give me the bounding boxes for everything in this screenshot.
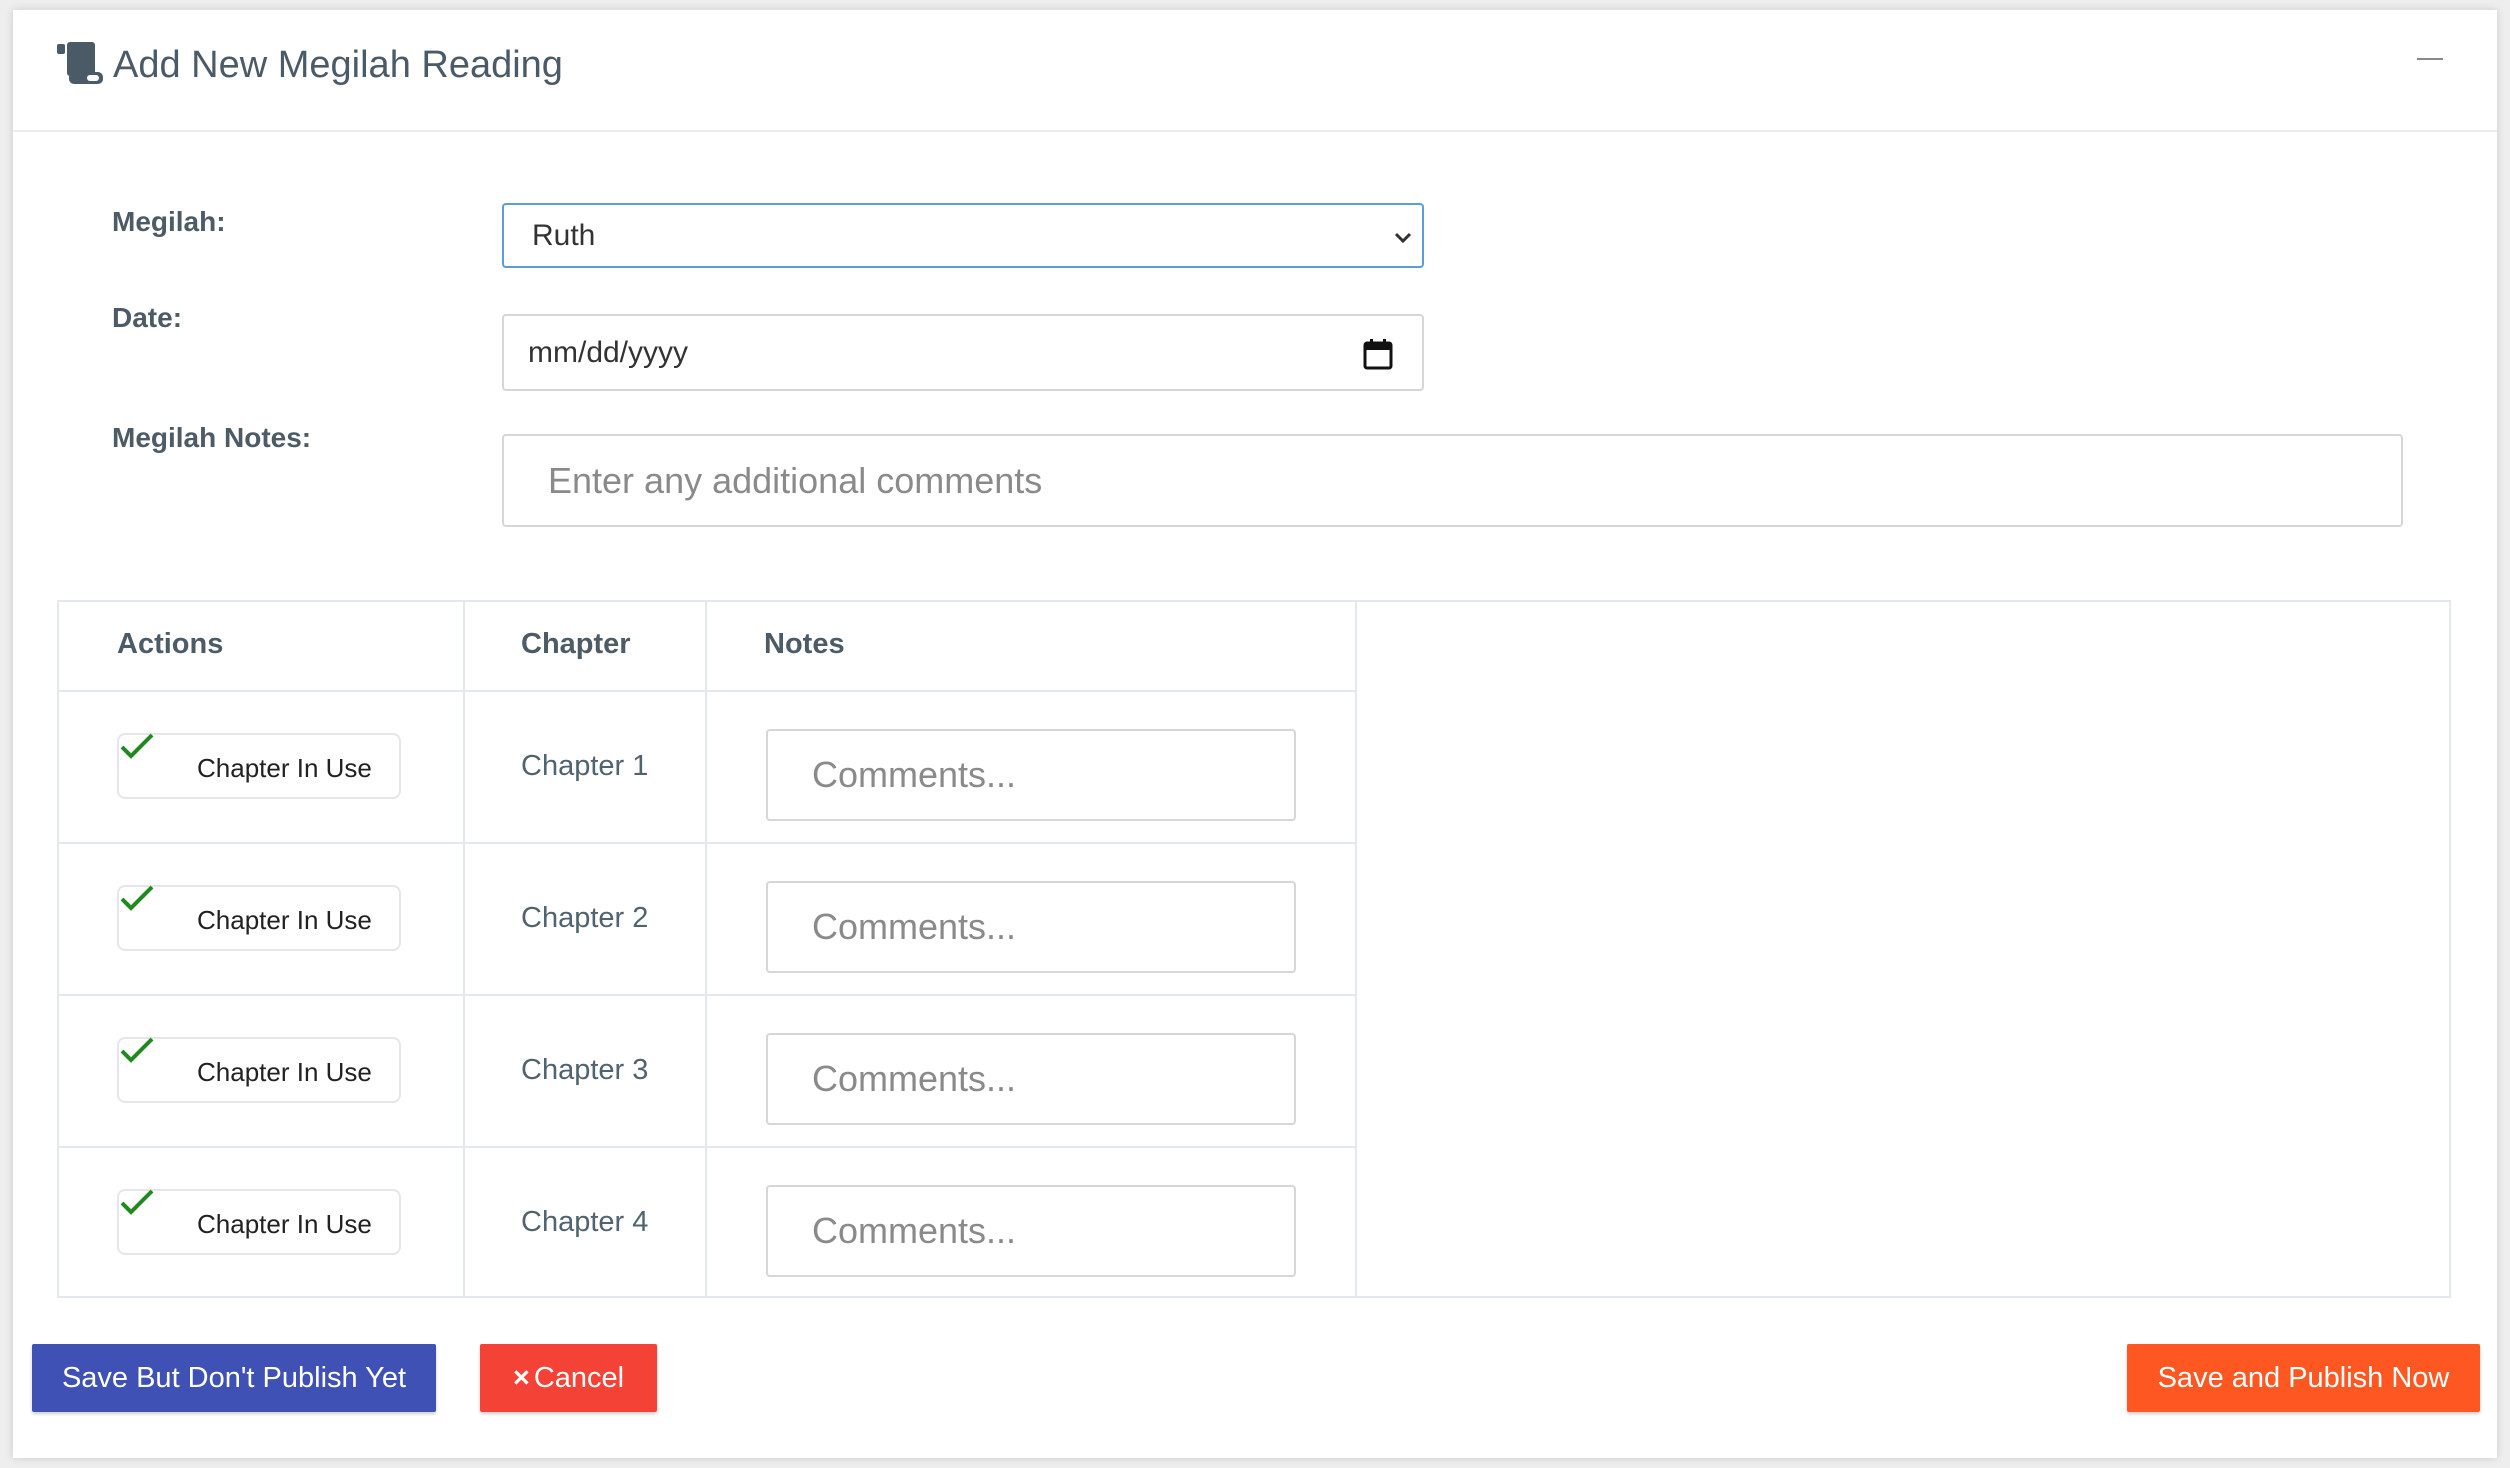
cancel-button[interactable]: × Cancel: [480, 1344, 657, 1412]
table-row: Chapter In Use Chapter 1 Comments...: [59, 692, 1355, 844]
scroll-icon: [57, 42, 103, 84]
card-header: Add New Megilah Reading: [13, 10, 2497, 132]
chapter-comments-input[interactable]: Comments...: [766, 881, 1296, 973]
chapter-comments-input[interactable]: Comments...: [766, 1185, 1296, 1277]
chapters-table: Actions Chapter Notes Chapter In Use Cha…: [59, 602, 1357, 1296]
notes-label: Megilah Notes:: [112, 422, 312, 453]
table-row: Chapter In Use Chapter 4 Comments...: [59, 1148, 1355, 1296]
page-title: Add New Megilah Reading: [113, 44, 563, 86]
chevron-down-icon: [1394, 232, 1412, 244]
chapter-comments-input[interactable]: Comments...: [766, 1033, 1296, 1125]
chapter-in-use-toggle[interactable]: Chapter In Use: [117, 885, 401, 951]
header-chapter: Chapter: [521, 628, 631, 660]
table-row: Chapter In Use Chapter 3 Comments...: [59, 996, 1355, 1148]
check-icon: [120, 885, 154, 911]
date-label: Date:: [112, 302, 183, 333]
chapter-in-use-label: Chapter In Use: [197, 753, 372, 783]
chapter-name: Chapter 1: [521, 750, 649, 782]
header-notes: Notes: [764, 628, 845, 660]
megilah-notes-input[interactable]: Enter any additional comments: [502, 434, 2403, 527]
chapter-in-use-toggle[interactable]: Chapter In Use: [117, 1189, 401, 1255]
check-icon: [120, 1037, 154, 1063]
check-icon: [120, 733, 154, 759]
chapters-table-container: Actions Chapter Notes Chapter In Use Cha…: [57, 600, 2451, 1298]
date-placeholder: mm/dd/yyyy: [528, 336, 689, 369]
megilah-select[interactable]: Ruth: [502, 203, 1424, 268]
chapter-comments-input[interactable]: Comments...: [766, 729, 1296, 821]
table-header-row: Actions Chapter Notes: [59, 602, 1355, 692]
megilah-form-card: Add New Megilah Reading Megilah: Ruth Da…: [13, 10, 2497, 1458]
chapter-in-use-label: Chapter In Use: [197, 905, 372, 935]
chapter-name: Chapter 2: [521, 902, 649, 934]
minimize-icon[interactable]: [2417, 58, 2443, 60]
chapter-name: Chapter 4: [521, 1206, 649, 1238]
check-icon: [120, 1189, 154, 1215]
chapter-in-use-label: Chapter In Use: [197, 1209, 372, 1239]
close-icon: ×: [512, 1362, 530, 1394]
save-draft-button[interactable]: Save But Don't Publish Yet: [32, 1344, 436, 1412]
table-row: Chapter In Use Chapter 2 Comments...: [59, 844, 1355, 996]
header-actions: Actions: [117, 628, 224, 660]
chapter-in-use-label: Chapter In Use: [197, 1057, 372, 1087]
megilah-label: Megilah:: [112, 206, 226, 237]
cancel-label: Cancel: [533, 1362, 625, 1394]
megilah-select-value: Ruth: [532, 219, 596, 252]
date-input[interactable]: mm/dd/yyyy: [502, 314, 1424, 391]
chapter-in-use-toggle[interactable]: Chapter In Use: [117, 1037, 401, 1103]
chapter-in-use-toggle[interactable]: Chapter In Use: [117, 733, 401, 799]
save-publish-button[interactable]: Save and Publish Now: [2127, 1344, 2480, 1412]
calendar-icon[interactable]: [1362, 338, 1394, 370]
chapter-name: Chapter 3: [521, 1054, 649, 1086]
